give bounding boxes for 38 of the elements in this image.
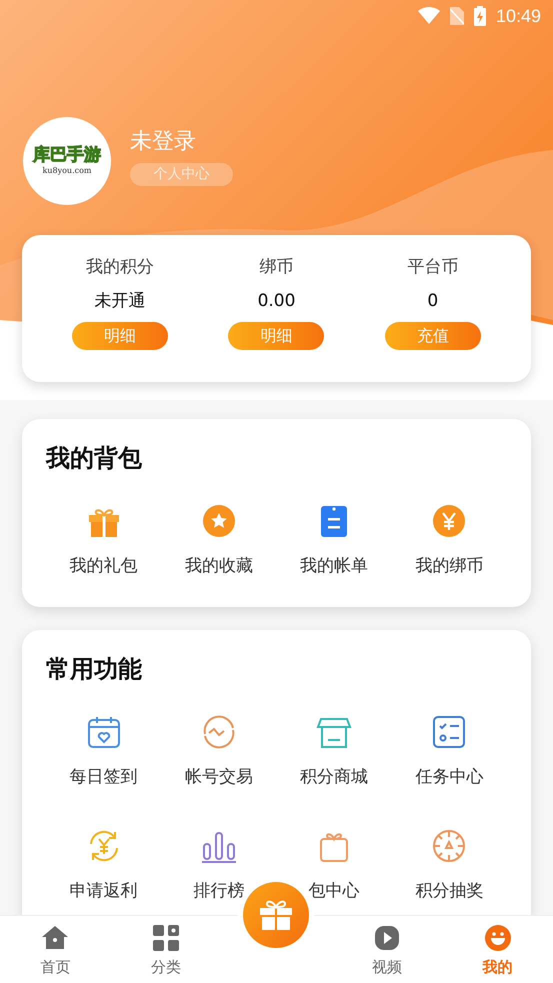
section-title: 我的背包: [46, 443, 143, 473]
home-icon: [41, 924, 70, 952]
feature-item[interactable]: 我的礼包: [46, 503, 162, 577]
stat-label: 平台币: [407, 256, 458, 279]
feature-item[interactable]: 任务中心: [392, 714, 507, 788]
feature-item[interactable]: 帐号交易: [161, 714, 276, 788]
exchange-icon: [200, 714, 237, 750]
gift-icon: [259, 899, 294, 931]
wifi-icon: [418, 7, 440, 25]
feature-item[interactable]: 每日签到: [46, 714, 162, 788]
user-name: 未登录: [130, 128, 196, 156]
wheel-icon: [431, 828, 468, 864]
feature-item[interactable]: 我的绑币: [392, 503, 507, 577]
stat-label: 绑币: [259, 256, 294, 279]
section-title: 常用功能: [46, 654, 143, 684]
feature-item[interactable]: 积分商城: [276, 714, 392, 788]
stat-value: 未开通: [94, 290, 146, 313]
grid-icon: [152, 924, 180, 952]
battery-icon: [474, 6, 486, 26]
feature-item[interactable]: 积分抽奖: [392, 828, 507, 902]
nav-tab[interactable]: 视频: [332, 916, 442, 983]
stat-value: 0.00: [258, 290, 296, 313]
feature-item[interactable]: 我的收藏: [161, 503, 276, 577]
no-sim-icon: [450, 7, 464, 25]
nav-tab[interactable]: 首页: [0, 916, 111, 983]
nav-tab[interactable]: 分类: [110, 916, 222, 983]
feature-item[interactable]: 包中心: [276, 828, 392, 902]
stat-value: 0: [427, 290, 438, 313]
feature-item[interactable]: 排行榜: [161, 828, 276, 902]
checklist-icon: [431, 714, 468, 750]
yen-coin-icon: [431, 503, 468, 539]
calendar-heart-icon: [86, 714, 122, 750]
play-icon: [373, 924, 402, 952]
feature-item[interactable]: 我的帐单: [276, 503, 392, 577]
clock: 10:49: [496, 4, 541, 28]
stat-label: 我的积分: [86, 256, 154, 279]
feature-item[interactable]: 申请返利: [46, 828, 162, 902]
smiley-icon: [484, 924, 512, 952]
